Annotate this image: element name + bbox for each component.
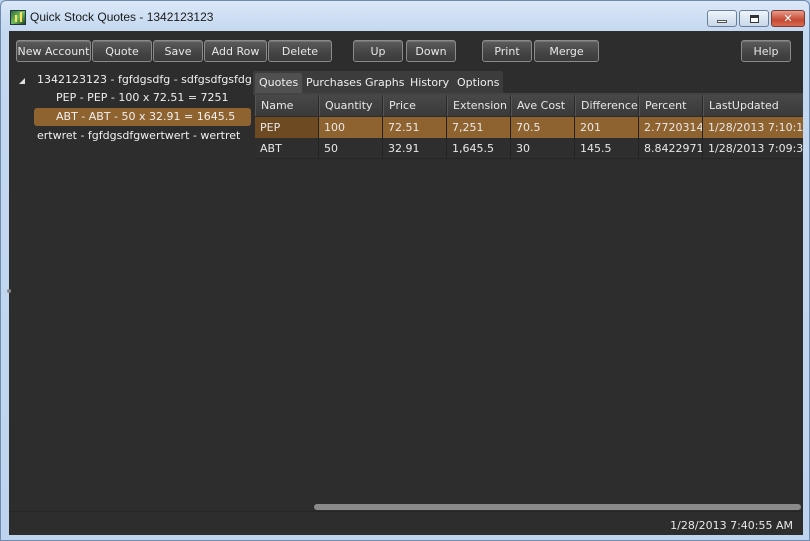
status-datetime: 1/28/2013 7:40:55 AM	[670, 519, 793, 532]
horizontal-scrollbar[interactable]	[314, 504, 801, 510]
column-header-ave-cost[interactable]: Ave Cost	[511, 95, 575, 116]
cell-difference[interactable]: 145.5	[575, 138, 639, 159]
cell-extension[interactable]: 1,645.5	[447, 138, 511, 159]
down-button[interactable]: Down	[406, 40, 456, 62]
close-icon: ✕	[783, 12, 793, 25]
maximize-icon	[749, 14, 759, 23]
maximize-button[interactable]	[739, 10, 769, 27]
stock-chart-app-icon	[10, 10, 26, 25]
tree-item-label: PEP - PEP - 100 x 72.51 = 7251	[56, 91, 229, 104]
column-header-quantity[interactable]: Quantity	[319, 95, 383, 116]
quote-button[interactable]: Quote	[92, 40, 152, 62]
table-row-selected[interactable]: PEP 100 72.51 7,251 70.5 201 2.77203144 …	[255, 117, 803, 138]
save-button[interactable]: Save	[153, 40, 203, 62]
minimize-icon	[717, 19, 727, 23]
splitter-grip-icon[interactable]	[7, 289, 11, 293]
column-header-difference[interactable]: Difference	[575, 95, 639, 116]
cell-extension[interactable]: 7,251	[447, 117, 511, 138]
close-button[interactable]: ✕	[771, 10, 805, 27]
window-title: Quick Stock Quotes - 1342123123	[30, 10, 214, 24]
tree-item-label: 1342123123 - fgfdgsdfg - sdfgsdfgsfdg	[37, 73, 252, 86]
tree-item-stock[interactable]: PEP - PEP - 100 x 72.51 = 7251	[11, 89, 251, 107]
merge-button[interactable]: Merge	[534, 40, 599, 62]
cell-price[interactable]: 32.91	[383, 138, 447, 159]
tab-history[interactable]: History	[406, 73, 453, 93]
cell-ave-cost[interactable]: 30	[511, 138, 575, 159]
column-header-extension[interactable]: Extension	[447, 95, 511, 116]
client-area: New Account Quote Save Add Row Delete Up…	[7, 31, 803, 535]
cell-quantity[interactable]: 100	[319, 117, 383, 138]
cell-name[interactable]: PEP	[255, 117, 319, 138]
column-header-name[interactable]: Name	[255, 95, 319, 116]
cell-percent[interactable]: 8.84229717	[639, 138, 703, 159]
app-window: Quick Stock Quotes - 1342123123 ✕ New Ac…	[0, 0, 810, 541]
table-row[interactable]: ABT 50 32.91 1,645.5 30 145.5 8.84229717…	[255, 138, 803, 159]
tree-item-account[interactable]: ertwret - fgfdgsdfgwertwert - wertret	[11, 127, 251, 145]
tab-bar: Quotes Purchases Graphs History Options	[253, 71, 503, 93]
column-header-price[interactable]: Price	[383, 95, 447, 116]
title-bar[interactable]: Quick Stock Quotes - 1342123123 ✕	[1, 1, 809, 31]
new-account-button[interactable]: New Account	[16, 40, 91, 62]
status-bar: 1/28/2013 7:40:55 AM	[9, 511, 803, 535]
cell-ave-cost[interactable]: 70.5	[511, 117, 575, 138]
minimize-button[interactable]	[707, 10, 737, 27]
column-header-percent[interactable]: Percent	[639, 95, 703, 116]
tree-item-account[interactable]: 1342123123 - fgfdgsdfg - sdfgsdfgsfdg	[11, 71, 252, 89]
delete-button[interactable]: Delete	[268, 40, 332, 62]
cell-last-updated[interactable]: 1/28/2013 7:09:38	[703, 138, 803, 159]
tree-item-stock-selected[interactable]: ABT - ABT - 50 x 32.91 = 1645.5	[34, 108, 251, 126]
account-tree: 1342123123 - fgfdgsdfg - sdfgsdfgsfdg PE…	[11, 69, 252, 509]
quotes-grid: Name Quantity Price Extension Ave Cost D…	[255, 95, 803, 159]
print-button[interactable]: Print	[482, 40, 532, 62]
tab-graphs[interactable]: Graphs	[361, 73, 408, 93]
cell-price[interactable]: 72.51	[383, 117, 447, 138]
toolbar: New Account Quote Save Add Row Delete Up…	[9, 31, 803, 69]
tree-item-label: ertwret - fgfdgsdfgwertwert - wertret	[37, 129, 241, 142]
cell-last-updated[interactable]: 1/28/2013 7:10:13	[703, 117, 803, 138]
cell-name[interactable]: ABT	[255, 138, 319, 159]
tab-options[interactable]: Options	[453, 73, 503, 93]
cell-difference[interactable]: 201	[575, 117, 639, 138]
tab-quotes[interactable]: Quotes	[255, 73, 303, 93]
grid-header: Name Quantity Price Extension Ave Cost D…	[255, 95, 803, 116]
column-header-last-updated[interactable]: LastUpdated	[703, 95, 803, 116]
help-button[interactable]: Help	[741, 40, 791, 62]
add-row-button[interactable]: Add Row	[204, 40, 267, 62]
tree-item-label: ABT - ABT - 50 x 32.91 = 1645.5	[56, 110, 236, 123]
tab-purchases[interactable]: Purchases	[302, 73, 366, 93]
cell-quantity[interactable]: 50	[319, 138, 383, 159]
expand-triangle-icon[interactable]	[19, 78, 25, 84]
up-button[interactable]: Up	[353, 40, 403, 62]
cell-percent[interactable]: 2.77203144	[639, 117, 703, 138]
